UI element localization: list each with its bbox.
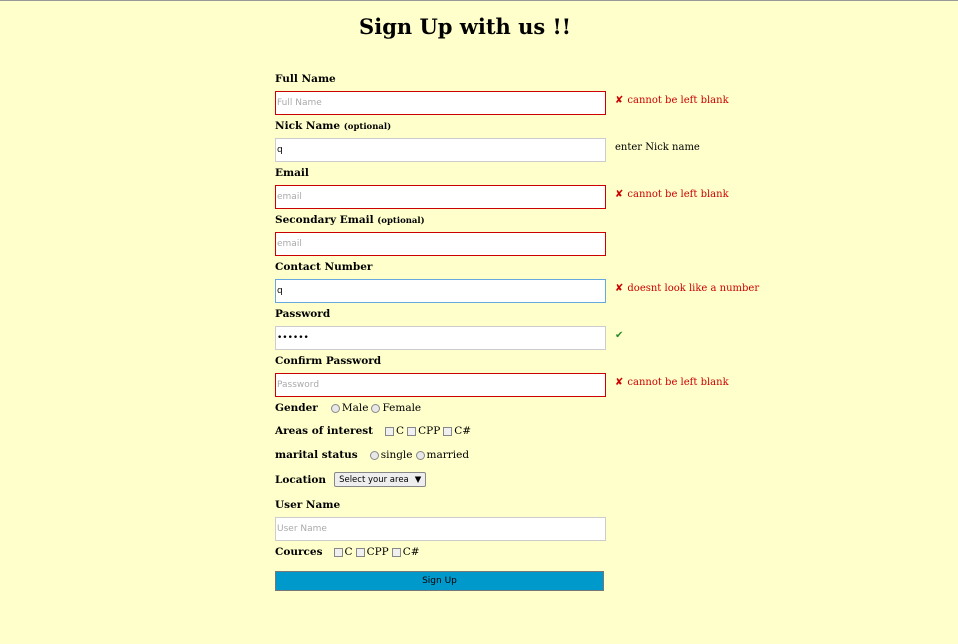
email-label: Email — [275, 167, 309, 179]
user-name-input[interactable] — [275, 517, 606, 541]
dropdown-arrow-icon: ▼ — [414, 474, 422, 485]
marital-married-radio[interactable] — [415, 450, 425, 460]
interest-c-checkbox[interactable] — [385, 426, 395, 436]
marital-single-radio[interactable] — [369, 450, 379, 460]
gender-male-radio[interactable] — [330, 403, 340, 413]
error-x-icon: ✘ — [615, 95, 624, 106]
page-title: Sign Up with us !! — [359, 14, 571, 39]
cource-c-label: C — [344, 546, 353, 558]
user-name-label: User Name — [275, 499, 341, 511]
gender-label: Gender — [275, 402, 318, 414]
interest-csharp-checkbox[interactable] — [443, 426, 453, 436]
cource-csharp-label: C# — [402, 546, 420, 558]
sign-up-button[interactable]: Sign Up — [275, 571, 604, 591]
email-input[interactable] — [275, 185, 606, 209]
cource-csharp-checkbox[interactable] — [391, 547, 401, 557]
interest-cpp-checkbox[interactable] — [407, 426, 417, 436]
interest-cpp-label: CPP — [418, 425, 441, 437]
error-x-icon: ✘ — [615, 189, 624, 200]
full-name-error: ✘ cannot be left blank — [615, 95, 729, 106]
location-label: Location — [275, 473, 327, 486]
confirm-password-input[interactable] — [275, 373, 606, 397]
marital-married-label: married — [426, 449, 470, 461]
location-row: Location Select your area ▼ — [275, 472, 427, 487]
confirm-password-error: ✘ cannot be left blank — [615, 377, 729, 388]
email-error: ✘ cannot be left blank — [615, 189, 729, 200]
full-name-input[interactable] — [275, 91, 606, 115]
marital-single-label: single — [380, 449, 413, 461]
cources-label: Cources — [275, 546, 323, 558]
error-x-icon: ✘ — [615, 377, 624, 388]
gender-row: Gender Male Female — [275, 402, 424, 414]
cource-c-checkbox[interactable] — [333, 547, 343, 557]
contact-number-input[interactable] — [275, 279, 606, 303]
interest-c-label: C — [396, 425, 405, 437]
password-ok-check-icon: ✔ — [615, 330, 624, 341]
location-select-value: Select your area — [339, 474, 409, 485]
gender-male-label: Male — [341, 402, 369, 414]
marital-label: marital status — [275, 449, 358, 461]
location-select[interactable]: Select your area ▼ — [334, 472, 427, 487]
secondary-email-input[interactable] — [275, 232, 606, 256]
nick-name-hint: enter Nick name — [615, 142, 700, 153]
marital-row: marital status single married — [275, 449, 472, 461]
nick-name-input[interactable] — [275, 138, 606, 162]
interests-row: Areas of interest C CPP C# — [275, 425, 474, 437]
error-x-icon: ✘ — [615, 283, 624, 294]
cource-cpp-label: CPP — [366, 546, 389, 558]
full-name-label: Full Name — [275, 73, 336, 85]
confirm-password-label: Confirm Password — [275, 355, 382, 367]
cource-cpp-checkbox[interactable] — [355, 547, 365, 557]
interests-label: Areas of interest — [275, 425, 374, 437]
password-label: Password — [275, 308, 331, 320]
contact-number-error: ✘ doesnt look like a number — [615, 283, 760, 294]
password-input[interactable] — [275, 326, 606, 350]
top-border — [0, 0, 958, 1]
gender-female-label: Female — [382, 402, 422, 414]
secondary-email-label: Secondary Email (optional) — [275, 214, 425, 226]
nick-name-label: Nick Name (optional) — [275, 120, 392, 132]
cources-row: Cources C CPP C# — [275, 546, 423, 558]
gender-female-radio[interactable] — [371, 403, 381, 413]
interest-csharp-label: C# — [454, 425, 472, 437]
contact-number-label: Contact Number — [275, 261, 373, 273]
